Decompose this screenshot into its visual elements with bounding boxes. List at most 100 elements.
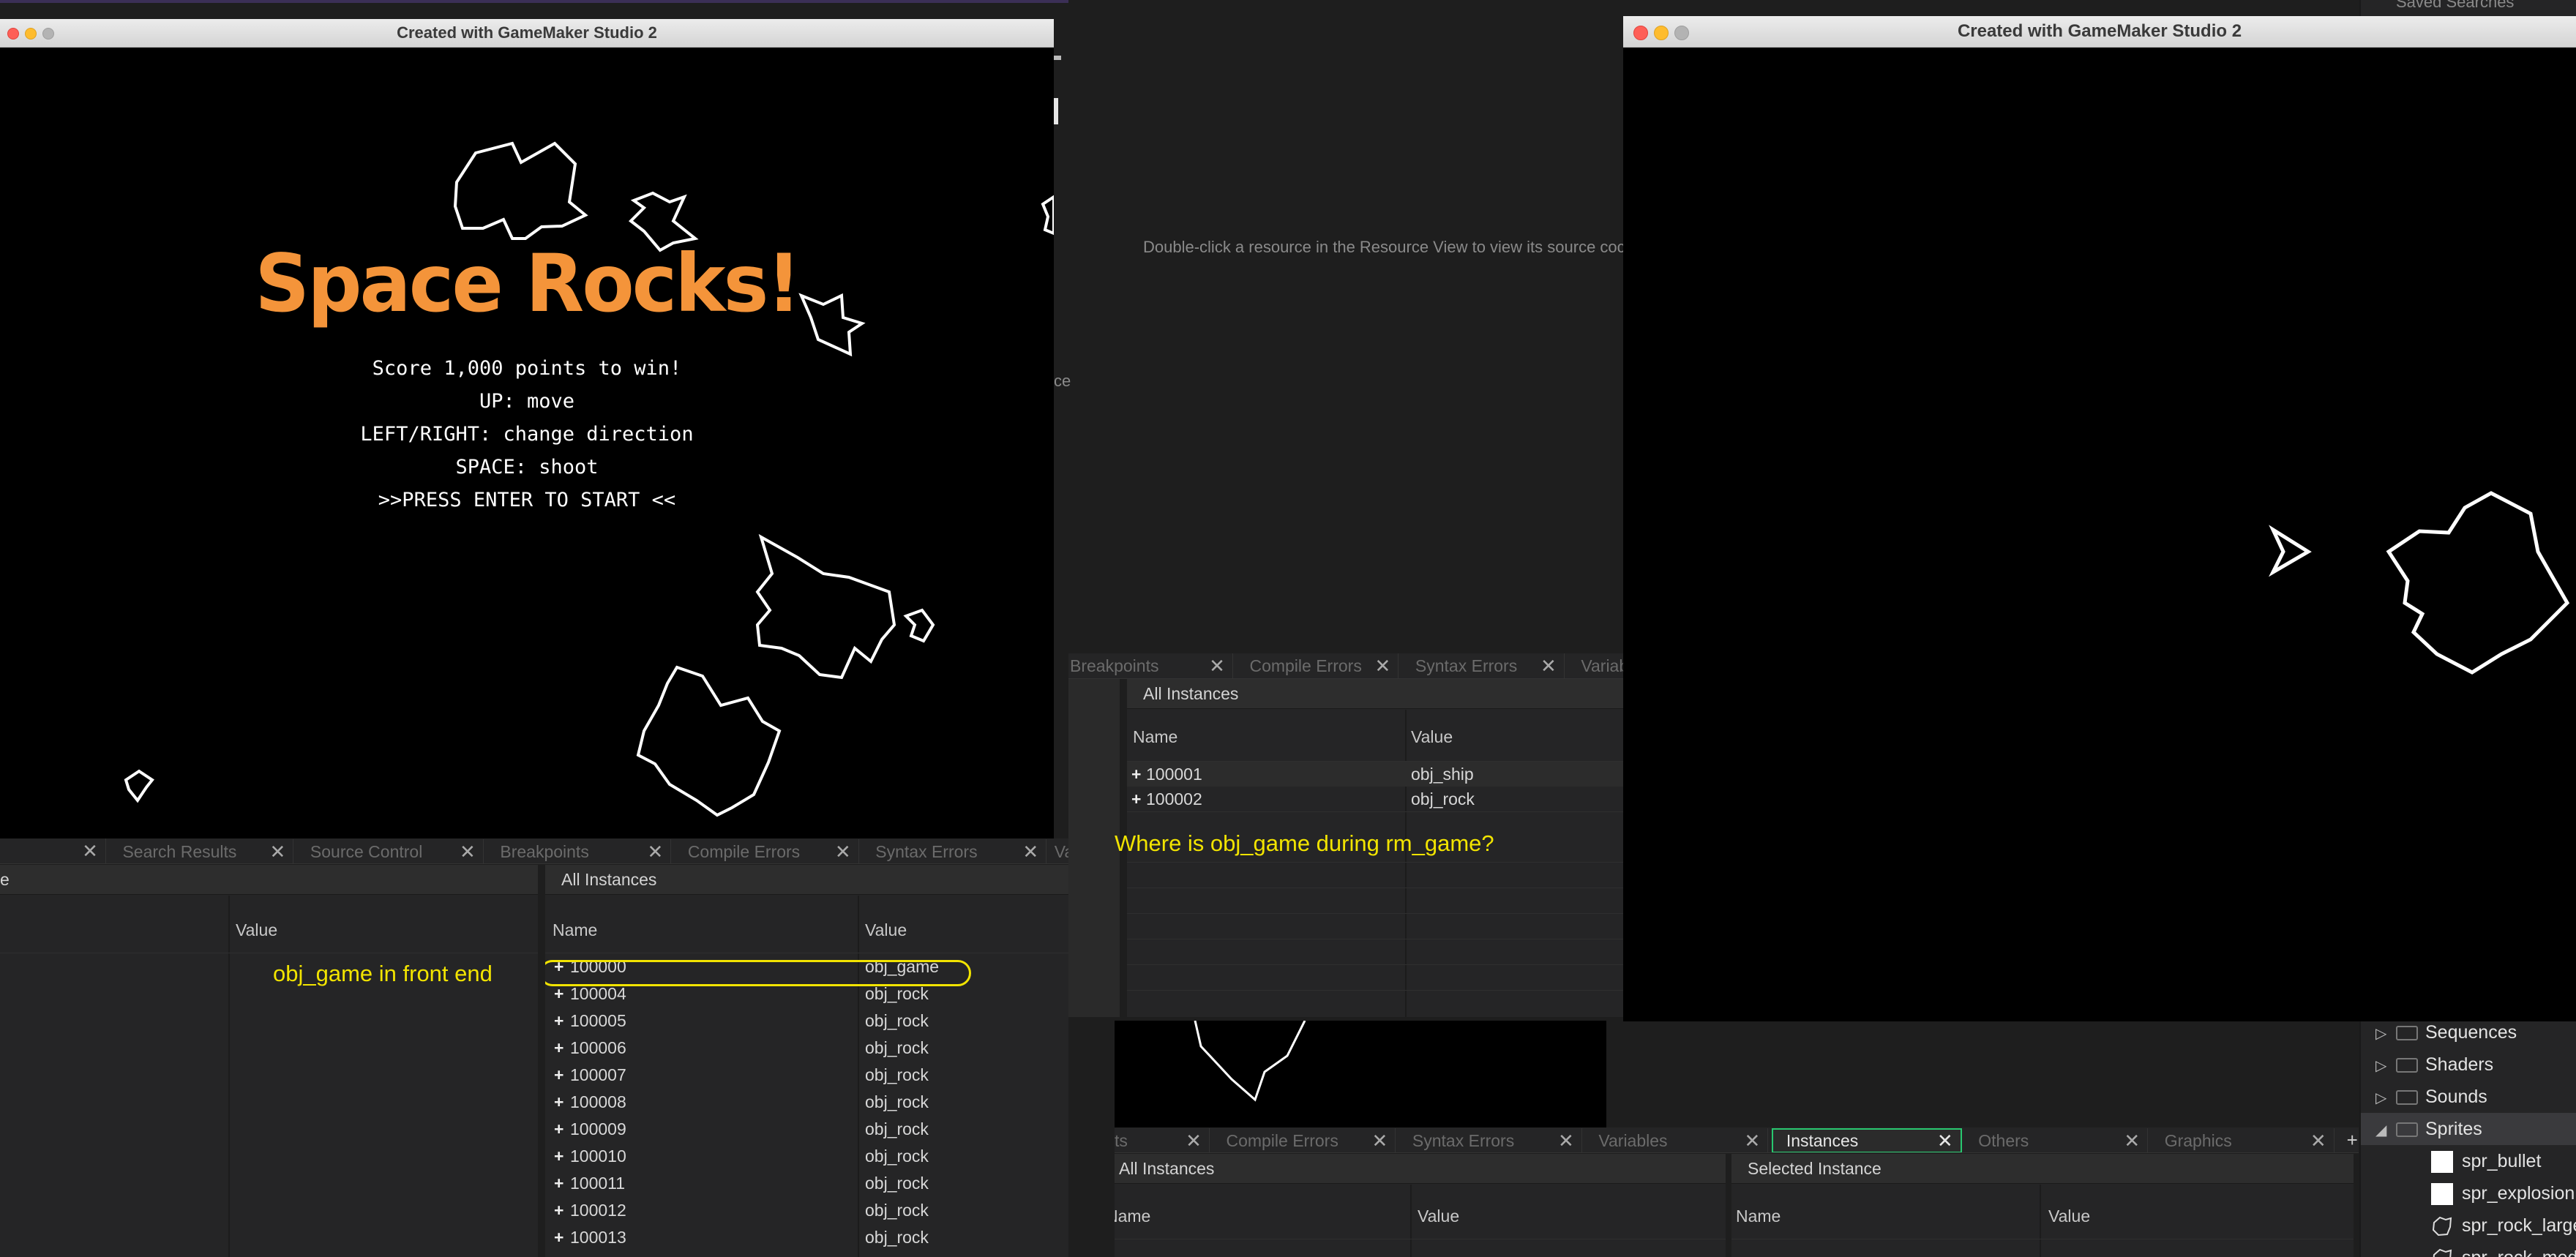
column-name-header[interactable]: Name bbox=[1133, 727, 1177, 747]
table-row[interactable]: +100013 obj_rock bbox=[545, 1224, 1068, 1251]
column-value-header[interactable]: Value bbox=[865, 920, 907, 940]
close-icon[interactable]: ✕ bbox=[1742, 1130, 1761, 1152]
window-titlebar[interactable]: Created with GameMaker Studio 2 bbox=[1623, 16, 2576, 48]
close-icon[interactable]: ✕ bbox=[1370, 1130, 1389, 1152]
close-icon[interactable]: ✕ bbox=[1936, 1130, 1955, 1152]
column-name-header[interactable]: Name bbox=[1736, 1207, 1781, 1226]
close-icon[interactable]: ✕ bbox=[80, 840, 100, 862]
sprite-thumbnail-icon bbox=[2431, 1151, 2453, 1174]
column-value-header[interactable]: Value bbox=[236, 920, 277, 940]
close-icon[interactable]: ✕ bbox=[1184, 1130, 1203, 1152]
chevron-right-icon[interactable]: ▷ bbox=[2375, 1082, 2390, 1114]
tab-variables[interactable]: Varia bbox=[1050, 839, 1068, 863]
instruction-score: Score 1,000 points to win! bbox=[372, 357, 682, 380]
zoom-window-button[interactable] bbox=[1674, 26, 1689, 40]
table-row[interactable]: +100012 obj_rock bbox=[545, 1197, 1068, 1224]
zoom-window-button[interactable] bbox=[42, 28, 54, 40]
tree-item-shaders[interactable]: ▷ Shaders bbox=[2361, 1048, 2493, 1081]
chevron-right-icon[interactable]: ▷ bbox=[2375, 1050, 2390, 1082]
tab-search-results[interactable]: Search Results ✕ bbox=[109, 839, 294, 863]
tab-syntax-errors[interactable]: Syntax Errors ✕ bbox=[862, 839, 1047, 863]
expand-icon[interactable]: + bbox=[554, 1224, 569, 1251]
expand-icon[interactable]: + bbox=[554, 1197, 569, 1224]
tree-item-spr-rock-large[interactable]: spr_rock_large bbox=[2361, 1209, 2576, 1242]
minimize-window-button[interactable] bbox=[1654, 26, 1669, 40]
expand-icon[interactable]: + bbox=[1131, 787, 1146, 811]
tab-compile-errors[interactable]: Compile Errors ✕ bbox=[675, 839, 859, 863]
tree-item-spr-rock-medium[interactable]: spr_rock_medi bbox=[2361, 1242, 2576, 1257]
center-debug-tabbar: Breakpoints ✕ Compile Errors ✕ Syntax Erro… bbox=[1068, 653, 1625, 679]
expand-icon[interactable]: + bbox=[554, 1062, 569, 1089]
tree-item-spr-explosion[interactable]: spr_explosion bbox=[2361, 1177, 2575, 1209]
tab-graphics[interactable]: Graphics ✕ bbox=[2152, 1128, 2334, 1152]
expand-icon[interactable]: + bbox=[554, 1035, 569, 1062]
expand-icon[interactable]: + bbox=[554, 1116, 569, 1143]
tab-instances[interactable]: Instances ✕ bbox=[1771, 1128, 1962, 1152]
table-row[interactable]: +100007 obj_rock bbox=[545, 1062, 1068, 1089]
close-icon[interactable]: ✕ bbox=[834, 841, 853, 863]
chevron-down-icon[interactable]: ◢ bbox=[2375, 1114, 2390, 1147]
window-titlebar[interactable]: Created with GameMaker Studio 2 bbox=[0, 19, 1054, 48]
game-window-left[interactable]: Created with GameMaker Studio 2 Space Ro… bbox=[0, 19, 1054, 838]
tab-others[interactable]: Others ✕ bbox=[1965, 1128, 2149, 1152]
column-value-header[interactable]: Value bbox=[2048, 1207, 2090, 1226]
table-row[interactable]: +100009 obj_rock bbox=[545, 1116, 1068, 1143]
tab-compile-errors[interactable]: Compile Errors ✕ bbox=[1236, 653, 1399, 678]
column-name-header[interactable]: Name bbox=[553, 920, 597, 940]
close-icon[interactable]: ✕ bbox=[1021, 841, 1040, 863]
close-icon[interactable]: ✕ bbox=[268, 841, 287, 863]
table-row[interactable]: + 100001 obj_ship bbox=[1127, 762, 1625, 787]
table-row[interactable]: + 100002 obj_rock bbox=[1127, 787, 1625, 811]
expand-icon[interactable]: + bbox=[554, 1008, 569, 1035]
tab-compile-errors[interactable]: Compile Errors ✕ bbox=[1213, 1128, 1396, 1152]
close-icon[interactable]: ✕ bbox=[1208, 655, 1227, 677]
table-row[interactable]: +100010 obj_rock bbox=[545, 1143, 1068, 1170]
tab-breakpoints[interactable]: Breakpoints ✕ bbox=[1068, 653, 1233, 678]
close-icon[interactable]: ✕ bbox=[1539, 655, 1558, 677]
tab-source-control[interactable]: Source Control ✕ bbox=[297, 839, 484, 863]
tree-item-sounds[interactable]: ▷ Sounds bbox=[2361, 1081, 2487, 1113]
scroll-fragment bbox=[1054, 98, 1058, 124]
folder-icon bbox=[2396, 1058, 2418, 1073]
minimize-window-button[interactable] bbox=[25, 28, 37, 40]
chevron-right-icon[interactable]: ▷ bbox=[2375, 1018, 2390, 1050]
tab-syntax-errors[interactable]: Syntax Errors ✕ bbox=[1399, 1128, 1582, 1152]
table-row[interactable]: +100011 obj_rock bbox=[545, 1170, 1068, 1197]
tab-fragment[interactable]: ts ✕ bbox=[1115, 1128, 1210, 1152]
tab-variables[interactable]: Variable bbox=[1568, 653, 1625, 678]
table-row[interactable]: +100005 obj_rock bbox=[545, 1008, 1068, 1035]
close-icon[interactable]: ✕ bbox=[1557, 1130, 1576, 1152]
expand-icon[interactable]: + bbox=[554, 1089, 569, 1116]
tab-breakpoints[interactable]: Breakpoints ✕ bbox=[487, 839, 672, 863]
tree-item-spr-bullet[interactable]: spr_bullet bbox=[2361, 1145, 2541, 1177]
tab-fragment[interactable]: ✕ bbox=[0, 838, 106, 863]
add-tab-button[interactable]: + bbox=[2337, 1127, 2359, 1152]
column-divider[interactable] bbox=[1405, 710, 1407, 1017]
column-value-header[interactable]: Value bbox=[1418, 1207, 1459, 1226]
tab-syntax-errors[interactable]: Syntax Errors ✕ bbox=[1402, 653, 1565, 678]
table-row[interactable]: +100006 obj_rock bbox=[545, 1035, 1068, 1062]
hint-fragment: ce bbox=[1054, 372, 1071, 390]
instruction-left-right: LEFT/RIGHT: change direction bbox=[360, 423, 694, 446]
expand-icon[interactable]: + bbox=[554, 1143, 569, 1170]
close-icon[interactable]: ✕ bbox=[458, 841, 477, 863]
annotation-question: Where is obj_game during rm_game? bbox=[1115, 830, 1494, 856]
column-divider[interactable] bbox=[1410, 1185, 1412, 1257]
close-icon[interactable]: ✕ bbox=[1373, 655, 1392, 677]
column-divider[interactable] bbox=[228, 896, 230, 1257]
close-icon[interactable]: ✕ bbox=[645, 841, 664, 863]
expand-icon[interactable]: + bbox=[1131, 762, 1146, 787]
close-window-button[interactable] bbox=[1633, 26, 1648, 40]
close-icon[interactable]: ✕ bbox=[2122, 1130, 2141, 1152]
close-icon[interactable]: ✕ bbox=[2309, 1130, 2328, 1152]
tab-variables[interactable]: Variables ✕ bbox=[1585, 1128, 1769, 1152]
expand-icon[interactable]: + bbox=[554, 1170, 569, 1197]
table-row[interactable]: +100008 obj_rock bbox=[545, 1089, 1068, 1116]
game-window-right[interactable]: Created with GameMaker Studio 2 bbox=[1623, 16, 2576, 1021]
column-name-header[interactable]: Name bbox=[1115, 1207, 1150, 1226]
column-value-header[interactable]: Value bbox=[1411, 727, 1453, 747]
sprite-thumbnail-icon bbox=[2431, 1183, 2453, 1206]
column-divider[interactable] bbox=[2040, 1185, 2041, 1257]
close-window-button[interactable] bbox=[7, 28, 19, 40]
tree-item-sprites[interactable]: ◢ Sprites bbox=[2361, 1113, 2576, 1145]
